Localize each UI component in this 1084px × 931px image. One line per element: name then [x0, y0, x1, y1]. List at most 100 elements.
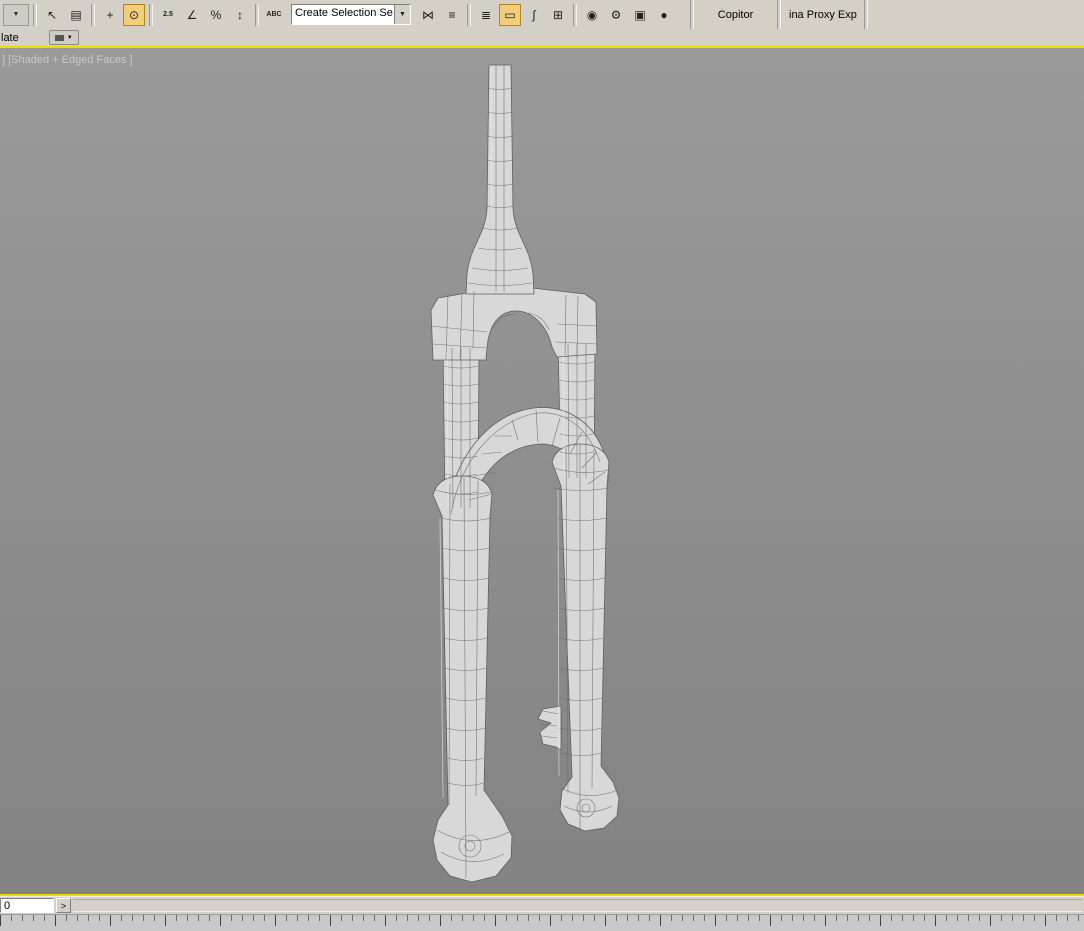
ruler-tick — [561, 915, 572, 921]
ruler-tick — [715, 915, 726, 926]
ruler-tick — [242, 915, 253, 921]
frame-number-field[interactable]: 0 — [0, 898, 54, 913]
fork-right-lower-leg — [552, 444, 619, 831]
copitor-button[interactable]: Copitor — [696, 1, 775, 29]
ruler-tick — [385, 915, 396, 926]
ruler-tick — [319, 915, 330, 921]
ruler-tick — [583, 915, 594, 921]
ruler-tick — [440, 915, 451, 926]
ruler-tick — [66, 915, 77, 921]
select-by-name-icon[interactable]: ▤ — [65, 4, 87, 26]
selection-filter-dropdown[interactable]: ▼ — [3, 4, 29, 26]
ruler-tick — [1067, 915, 1078, 921]
proxy-exporter-button[interactable]: ina Proxy Exp — [783, 1, 862, 29]
ruler-tick — [451, 915, 462, 921]
ruler-tick — [1023, 915, 1034, 921]
toolbar2-flyout-button[interactable]: ▼ — [49, 30, 79, 45]
ruler-tick — [737, 915, 748, 921]
secondary-toolbar: late ▼ — [0, 29, 1084, 46]
fork-model[interactable] — [0, 48, 1084, 894]
render-setup-icon[interactable]: ⚙ — [605, 4, 627, 26]
selection-set-combobox[interactable]: Create Selection Se ▼ — [291, 4, 411, 25]
selection-set-dropdown-arrow[interactable]: ▼ — [394, 5, 410, 24]
ruler-tick — [407, 915, 418, 921]
ruler-tick — [121, 915, 132, 921]
fork-brake-tabs — [538, 706, 561, 750]
ruler-tick — [836, 915, 847, 921]
ruler-tick — [462, 915, 473, 921]
ruler-tick — [847, 915, 858, 921]
ruler-tick — [253, 915, 264, 921]
toolbar-icon-strip-right: ⋈≡ ≣▭∫⊞ ◉⚙▣● — [416, 0, 676, 29]
ruler-tick — [704, 915, 715, 921]
ruler-tick — [517, 915, 528, 921]
ruler-tick — [220, 915, 231, 926]
ruler-tick — [165, 915, 176, 926]
ruler-tick — [770, 915, 781, 926]
ruler-tick — [99, 915, 110, 921]
toolbar-separator — [467, 4, 471, 26]
ruler-tick — [880, 915, 891, 926]
spinner-snap-icon[interactable]: ↕ — [229, 4, 251, 26]
ruler-tick — [143, 915, 154, 921]
ruler-tick — [902, 915, 913, 921]
ruler-tick — [429, 915, 440, 921]
viewport[interactable]: ] [Shaded + Edged Faces ] — [0, 48, 1084, 894]
fork-left-lower-leg — [433, 476, 512, 882]
ruler-tick — [979, 915, 990, 921]
timeline-row: 0 > — [0, 896, 1084, 914]
ribbon-toggle-icon[interactable]: ▭ — [499, 4, 521, 26]
ruler-tick — [363, 915, 374, 921]
ruler-tick — [594, 915, 605, 921]
snaps-toggle-icon[interactable]: 2.5 — [157, 4, 179, 26]
ruler-tick — [44, 915, 55, 921]
rendered-frame-icon[interactable]: ▣ — [629, 4, 651, 26]
ruler-tick — [77, 915, 88, 921]
layer-manager-icon[interactable]: ≣ — [475, 4, 497, 26]
ruler-tick — [396, 915, 407, 921]
ruler-tick — [660, 915, 671, 926]
align-icon[interactable]: ≡ — [441, 4, 463, 26]
percent-snap-icon[interactable]: % — [205, 4, 227, 26]
ruler-tick — [825, 915, 836, 926]
render-production-icon[interactable]: ● — [653, 4, 675, 26]
time-slider-track[interactable] — [73, 899, 1082, 912]
next-frame-button[interactable]: > — [56, 898, 71, 913]
material-editor-icon[interactable]: ◉ — [581, 4, 603, 26]
ruler-tick — [308, 915, 319, 921]
ruler-tick — [176, 915, 187, 921]
ruler-tick — [1078, 915, 1084, 921]
ruler-tick — [627, 915, 638, 921]
ruler-tick — [132, 915, 143, 921]
select-and-manipulate-icon[interactable]: ⊙ — [123, 4, 145, 26]
ruler-tick — [638, 915, 649, 921]
mirror-icon[interactable]: ⋈ — [417, 4, 439, 26]
ruler-tick — [506, 915, 517, 921]
ruler-tick — [330, 915, 341, 926]
ruler-tick — [275, 915, 286, 926]
ruler-tick — [418, 915, 429, 921]
angle-snap-icon[interactable]: ∠ — [181, 4, 203, 26]
select-and-move-icon[interactable]: + — [99, 4, 121, 26]
schematic-view-icon[interactable]: ⊞ — [547, 4, 569, 26]
track-bar-ruler[interactable] — [0, 914, 1084, 931]
ruler-tick — [209, 915, 220, 921]
ruler-tick — [803, 915, 814, 921]
ruler-tick — [0, 915, 11, 926]
ruler-tick — [990, 915, 1001, 926]
ruler-tick — [671, 915, 682, 921]
select-object-icon[interactable]: ↖ — [41, 4, 63, 26]
ruler-tick — [759, 915, 770, 921]
main-toolbar: ▼ ↖▤ +⊙ 2.5∠%↕ ABC Create Selection Se ▼ ⋈≡ ≣… — [0, 0, 1084, 29]
toolbar-separator — [573, 4, 577, 26]
curve-editor-icon[interactable]: ∫ — [523, 4, 545, 26]
ruler-tick — [110, 915, 121, 926]
frame-number-value: 0 — [4, 900, 10, 912]
keyboard-override-icon[interactable]: ABC — [263, 4, 285, 26]
ruler-tick — [22, 915, 33, 921]
ruler-tick — [935, 915, 946, 926]
ruler-tick — [957, 915, 968, 921]
selection-set-value: Create Selection Se — [292, 5, 394, 24]
ruler-tick — [748, 915, 759, 921]
ruler-tick — [1001, 915, 1012, 921]
